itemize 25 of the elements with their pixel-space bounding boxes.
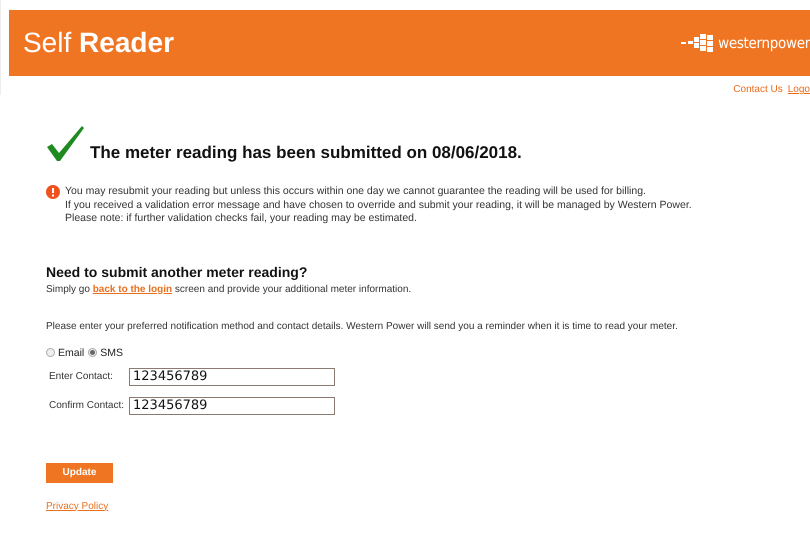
logo-text: westernpower <box>718 34 810 52</box>
login-link[interactable]: back to the login <box>92 284 172 294</box>
info-icon <box>46 185 60 199</box>
confirmation-heading: The meter reading has been submitted on 08/06/2018. <box>90 143 522 163</box>
login-instruction: Simply go back to the login screen and provide your additional meter information. <box>46 284 412 294</box>
notice-text: If you received a validation error message and have chosen to override and submit your reading, it will be managed by Western Power. <box>65 198 692 212</box>
notice-text: You may resubmit your reading but unless this occurs within one day we cannot guarantee the reading will be used for billing. <box>65 185 647 198</box>
notification-instruction: Please enter your preferred notification method and contact details. Western Power will send you a reminder when it is time to read your meter. <box>46 320 679 332</box>
section-heading: Need to submit another meter reading? <box>46 264 308 280</box>
radio-label: Email <box>58 346 84 358</box>
radio-button[interactable] <box>88 348 98 357</box>
header-link[interactable]: Logo <box>788 84 810 95</box>
contact-field[interactable]: 123456789 <box>129 396 335 414</box>
app-title: Self Reader <box>23 27 174 59</box>
update-button[interactable]: Update <box>46 462 113 482</box>
logo-icon <box>681 33 716 53</box>
checkmark-icon <box>46 125 84 163</box>
field-label: Confirm Contact: <box>48 400 126 411</box>
radio-button[interactable] <box>46 348 55 357</box>
field-label: Enter Contact: <box>48 371 114 382</box>
contact-field[interactable]: 123456789 <box>129 368 335 386</box>
notice-text: Please note: if further validation checks fail, your reading may be estimated. <box>65 212 418 226</box>
radio-label: SMS <box>100 346 124 358</box>
header-link[interactable]: Contact Us <box>733 84 783 95</box>
privacy-policy-link[interactable]: Privacy Policy <box>46 500 108 512</box>
